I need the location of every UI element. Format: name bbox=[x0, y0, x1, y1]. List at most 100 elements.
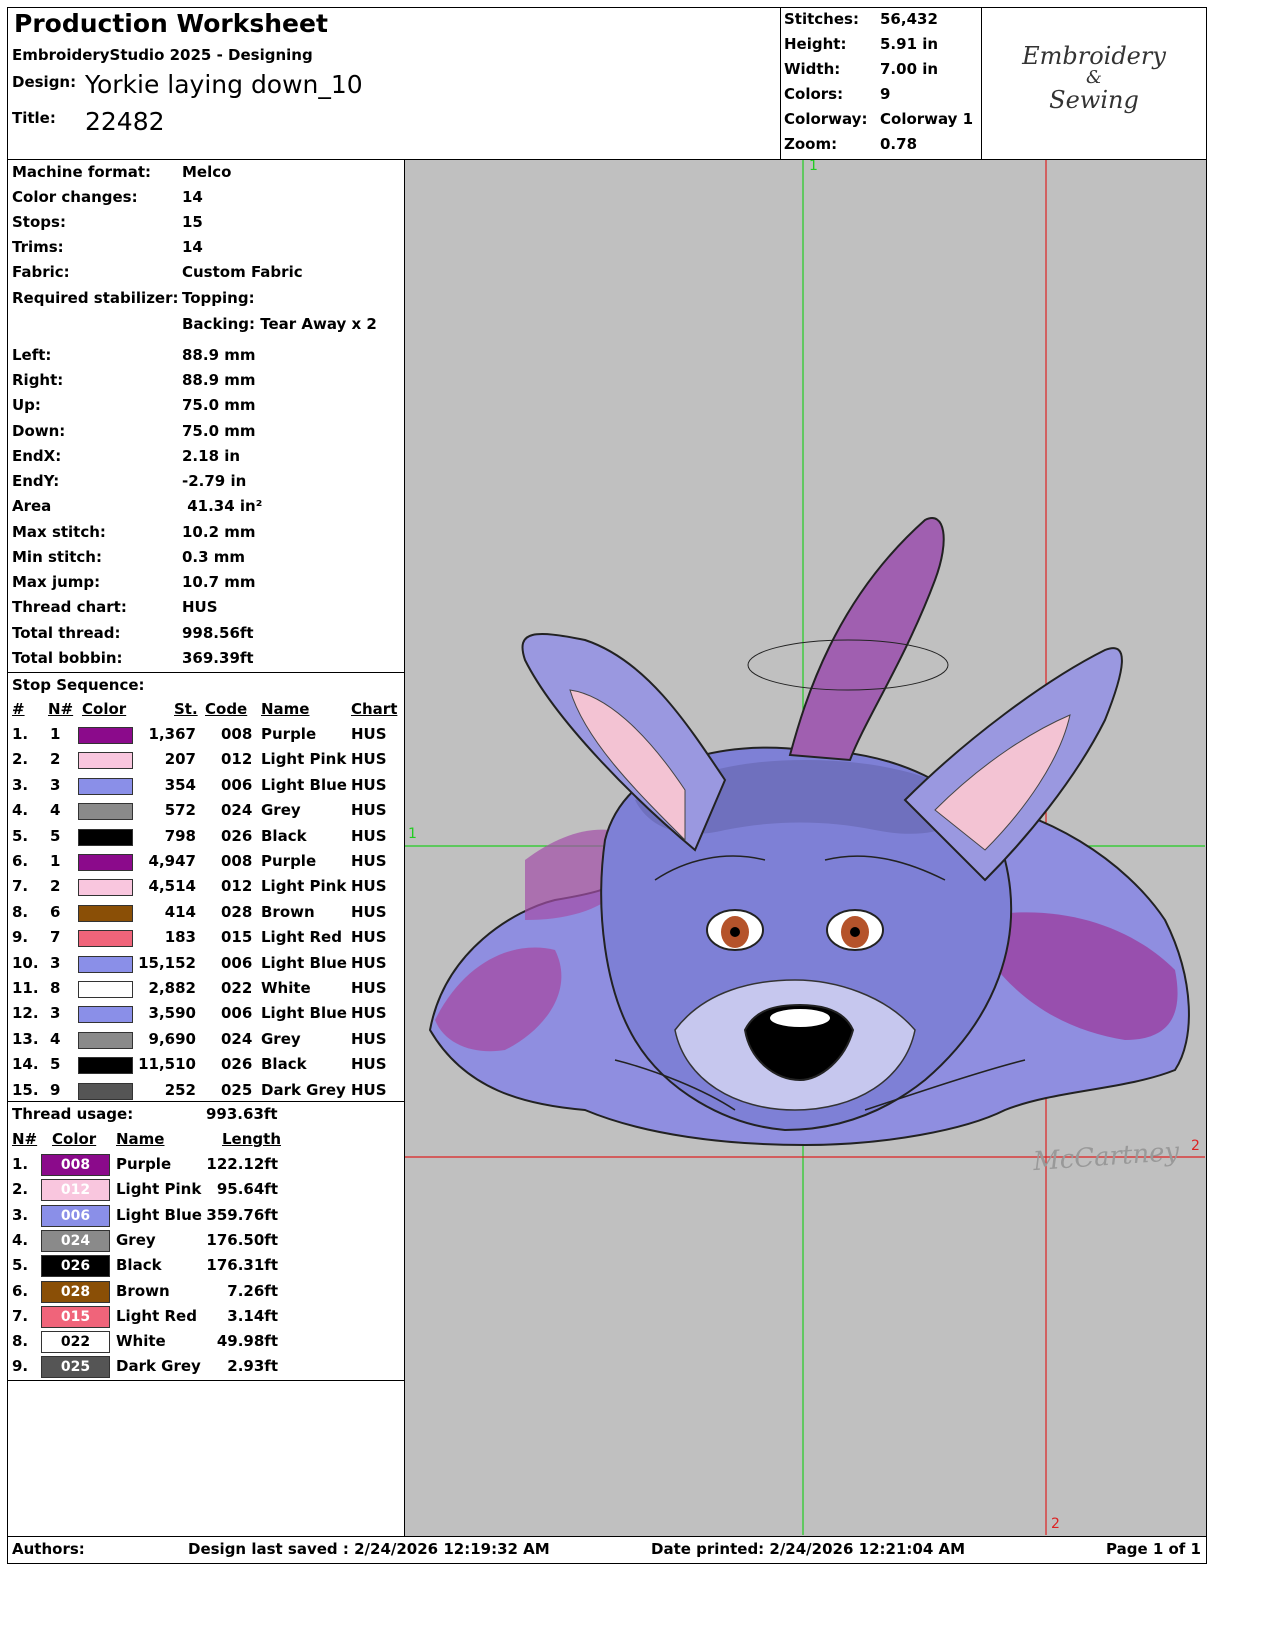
stop-code: 008 bbox=[221, 852, 253, 870]
design-name: Yorkie laying down_10 bbox=[85, 70, 363, 99]
design-label: Design: bbox=[12, 73, 77, 91]
page-title: Production Worksheet bbox=[14, 9, 328, 38]
stop-needle: 2 bbox=[50, 750, 61, 769]
thread-column-header: Length bbox=[222, 1130, 281, 1148]
detail-label: Machine format: bbox=[12, 163, 151, 181]
stat-label: Zoom: bbox=[784, 135, 838, 153]
logo: Embroidery & Sewing bbox=[985, 42, 1203, 112]
detail-label: Total bobbin: bbox=[12, 649, 123, 667]
stat-value: 5.91 in bbox=[880, 35, 939, 53]
thread-color-swatch: 008 bbox=[41, 1154, 110, 1176]
stop-needle: 6 bbox=[50, 902, 61, 921]
stat-label: Stitches: bbox=[784, 10, 859, 28]
stop-name: Light Blue bbox=[261, 775, 347, 794]
stop-code: 006 bbox=[221, 775, 253, 794]
stop-number: 14. bbox=[12, 1055, 39, 1074]
stop-needle: 7 bbox=[50, 928, 61, 947]
thread-length: 7.26ft bbox=[227, 1281, 278, 1300]
software-name: EmbroideryStudio 2025 - Designing bbox=[12, 46, 313, 64]
stop-name: Dark Grey bbox=[261, 1080, 346, 1099]
stop-needle: 3 bbox=[50, 775, 61, 794]
stop-code: 012 bbox=[221, 877, 253, 896]
stop-chart: HUS bbox=[351, 979, 387, 997]
detail-value: 10.2 mm bbox=[182, 523, 256, 541]
guide-marker-1-top: 1 bbox=[809, 159, 818, 174]
thread-color-swatch: 026 bbox=[41, 1255, 110, 1278]
detail-label: EndY: bbox=[12, 472, 60, 490]
detail-label: Color changes: bbox=[12, 188, 138, 206]
thread-color-swatch: 006 bbox=[41, 1204, 110, 1227]
detail-label: Min stitch: bbox=[12, 548, 102, 566]
stop-needle: 2 bbox=[50, 877, 61, 896]
detail-value: 10.7 mm bbox=[182, 573, 256, 591]
stop-number: 8. bbox=[12, 902, 29, 921]
thread-usage-heading: Thread usage: bbox=[12, 1105, 134, 1123]
stop-code: 024 bbox=[221, 1029, 253, 1048]
stop-stitches: 252 bbox=[164, 1080, 196, 1099]
stop-needle: 9 bbox=[50, 1080, 61, 1099]
footer-date-printed: Date printed: 2/24/2026 12:21:04 AM bbox=[651, 1540, 966, 1558]
detail-value: 2.18 in bbox=[182, 447, 241, 465]
stop-needle: 1 bbox=[50, 852, 61, 870]
stop-sequence-heading: Stop Sequence: bbox=[12, 676, 145, 694]
stop-number: 10. bbox=[12, 953, 39, 972]
stop-stitches: 798 bbox=[164, 826, 196, 845]
stop-column-header: Name bbox=[261, 700, 310, 718]
thread-number: 3. bbox=[12, 1205, 29, 1224]
thread-number: 9. bbox=[12, 1357, 29, 1376]
stop-color-swatch bbox=[78, 904, 133, 922]
stop-number: 12. bbox=[12, 1004, 39, 1023]
stop-needle: 4 bbox=[50, 1029, 61, 1048]
stop-chart: HUS bbox=[351, 1004, 387, 1023]
thread-column-header: Name bbox=[116, 1130, 165, 1148]
stop-chart: HUS bbox=[351, 877, 387, 896]
thread-color-swatch: 025 bbox=[41, 1356, 110, 1379]
logo-line-1: Embroidery bbox=[1022, 42, 1166, 70]
stop-chart: HUS bbox=[351, 902, 387, 921]
detail-value: 14 bbox=[182, 188, 203, 206]
detail-value: Melco bbox=[182, 163, 232, 181]
footer-last-saved: Design last saved : 2/24/2026 12:19:32 A… bbox=[188, 1540, 550, 1558]
stop-number: 2. bbox=[12, 750, 29, 769]
stat-label: Width: bbox=[784, 60, 841, 78]
stop-stitches: 4,514 bbox=[148, 877, 196, 896]
thread-length: 3.14ft bbox=[227, 1306, 278, 1325]
detail-value: 15 bbox=[182, 213, 203, 231]
footer-authors: Authors: bbox=[12, 1540, 85, 1558]
thread-name: Black bbox=[116, 1256, 162, 1275]
stat-label: Colors: bbox=[784, 85, 844, 103]
stop-code: 006 bbox=[221, 953, 253, 972]
stop-chart: HUS bbox=[351, 1080, 387, 1099]
stop-code: 022 bbox=[221, 979, 253, 997]
stop-chart: HUS bbox=[351, 1029, 387, 1048]
detail-label: Up: bbox=[12, 396, 41, 414]
thread-usage-total: 993.63ft bbox=[206, 1105, 278, 1123]
stop-color-swatch bbox=[78, 777, 133, 795]
detail-label: Area bbox=[12, 497, 52, 515]
stop-code: 026 bbox=[221, 826, 253, 845]
stop-chart: HUS bbox=[351, 750, 387, 769]
stop-number: 3. bbox=[12, 775, 29, 794]
detail-value: 14 bbox=[182, 238, 203, 256]
stop-needle: 5 bbox=[50, 826, 61, 845]
thread-color-swatch: 028 bbox=[41, 1280, 110, 1303]
detail-value: 369.39ft bbox=[182, 649, 254, 667]
stop-column-header: Color bbox=[82, 700, 127, 718]
detail-value: 998.56ft bbox=[182, 624, 254, 642]
stop-stitches: 9,690 bbox=[148, 1029, 196, 1048]
thread-number: 1. bbox=[12, 1155, 29, 1173]
detail-label: EndX: bbox=[12, 447, 62, 465]
detail-label: Max jump: bbox=[12, 573, 101, 591]
stop-needle: 1 bbox=[50, 725, 61, 743]
stop-number: 11. bbox=[12, 979, 39, 997]
stop-number: 5. bbox=[12, 826, 29, 845]
stop-chart: HUS bbox=[351, 953, 387, 972]
stop-stitches: 414 bbox=[164, 902, 196, 921]
stop-name: Light Blue bbox=[261, 1004, 347, 1023]
stop-number: 6. bbox=[12, 852, 29, 870]
thread-name: Purple bbox=[116, 1155, 172, 1173]
detail-label: Thread chart: bbox=[12, 598, 127, 616]
stop-needle: 3 bbox=[50, 953, 61, 972]
detail-label: Left: bbox=[12, 346, 52, 364]
stop-stitches: 15,152 bbox=[138, 953, 196, 972]
